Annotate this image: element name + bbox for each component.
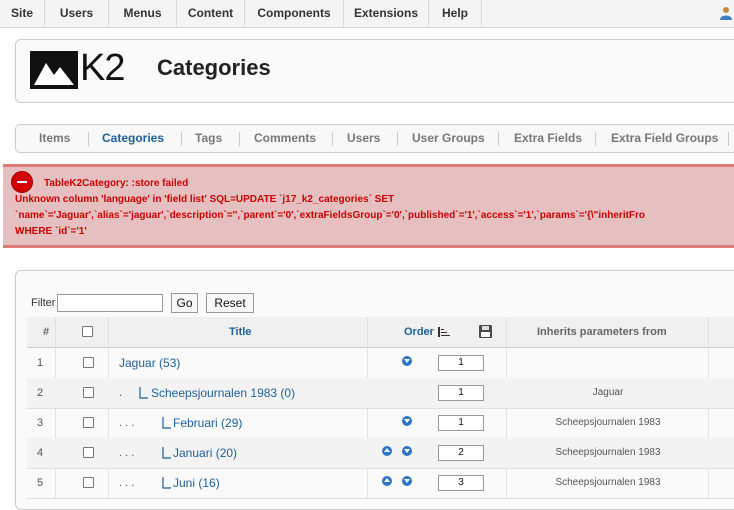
reset-button[interactable]: Reset (206, 293, 254, 313)
error-title: TableK2Category: :store failed (44, 178, 189, 189)
column-header-number: # (43, 326, 50, 338)
go-button[interactable]: Go (171, 293, 198, 313)
k2-submenu: Items Categories Tags Comments Users Use… (15, 124, 734, 153)
tree-indent: . . . (119, 417, 135, 429)
category-title-link[interactable]: Jaguar (53) (119, 348, 180, 378)
sort-order-icon[interactable] (438, 327, 450, 337)
row-checkbox[interactable] (83, 357, 94, 368)
column-header-title[interactable]: Title (229, 317, 251, 347)
row-checkbox[interactable] (83, 477, 94, 488)
page-title: Categories (157, 55, 271, 80)
category-title-link[interactable]: Februari (29) (173, 408, 242, 438)
error-line: Unknown column 'language' in 'field list… (15, 194, 395, 205)
menu-help[interactable]: Help (429, 0, 482, 27)
tree-indent: . . . (119, 477, 135, 489)
table-row[interactable]: 3 . . . Februari (29) 1 Scheepsjournalen… (27, 408, 734, 439)
k2-logo-text: K2 (80, 47, 125, 89)
row-number: 2 (37, 387, 44, 399)
top-menu-bar: Site Users Menus Content Components Exte… (0, 0, 734, 28)
inherits-from: Scheepsjournalen 1983 (555, 477, 661, 488)
inherits-from: Scheepsjournalen 1983 (555, 447, 661, 458)
error-message: TableK2Category: :store failed Unknown c… (3, 164, 734, 248)
tab-categories[interactable]: Categories (102, 125, 164, 152)
tab-divider (498, 132, 499, 146)
tab-divider (239, 132, 240, 146)
category-title-link[interactable]: Januari (20) (173, 438, 237, 468)
tab-divider (181, 132, 182, 146)
tab-user-groups[interactable]: User Groups (412, 125, 485, 152)
move-down-icon[interactable] (402, 446, 412, 456)
tab-users[interactable]: Users (347, 125, 380, 152)
filter-input[interactable] (57, 294, 163, 312)
filter-label: Filter (31, 297, 56, 309)
category-title-link[interactable]: Scheepsjournalen 1983 (0) (151, 378, 295, 408)
tab-comments[interactable]: Comments (254, 125, 316, 152)
select-all-checkbox[interactable] (82, 326, 93, 337)
inherits-from (507, 348, 709, 378)
order-input[interactable]: 1 (438, 385, 484, 401)
menu-users[interactable]: Users (45, 0, 109, 27)
tab-extra-fields[interactable]: Extra Fields (514, 125, 582, 152)
order-input[interactable]: 1 (438, 355, 484, 371)
row-number: 1 (37, 357, 44, 369)
inherits-from: Jaguar (592, 387, 624, 398)
tab-divider (595, 132, 596, 146)
column-header-inherits: Inherits parameters from (537, 326, 667, 338)
row-number: 5 (37, 477, 44, 489)
menu-components[interactable]: Components (245, 0, 344, 27)
tree-indent: . . . (119, 447, 135, 459)
order-input[interactable]: 2 (438, 445, 484, 461)
order-input[interactable]: 1 (438, 415, 484, 431)
move-down-icon[interactable] (402, 476, 412, 486)
menu-site[interactable]: Site (0, 0, 45, 27)
tab-items[interactable]: Items (39, 125, 70, 152)
tree-branch-icon (162, 447, 171, 459)
tree-branch-icon (162, 477, 171, 489)
menu-menus[interactable]: Menus (109, 0, 177, 27)
row-checkbox[interactable] (83, 387, 94, 398)
error-icon (11, 171, 33, 193)
menu-extensions[interactable]: Extensions (344, 0, 429, 27)
page-header: K2 Categories (15, 39, 734, 103)
order-input[interactable]: 3 (438, 475, 484, 491)
row-number: 3 (37, 417, 44, 429)
move-down-icon[interactable] (402, 356, 412, 366)
move-down-icon[interactable] (402, 416, 412, 426)
inherits-from: Scheepsjournalen 1983 (555, 417, 661, 428)
save-order-icon[interactable] (479, 325, 492, 338)
table-row[interactable]: 4 . . . Januari (20) 2 Scheepsjournalen … (27, 438, 734, 469)
tab-divider (728, 132, 729, 146)
category-title-link[interactable]: Juni (16) (173, 468, 220, 498)
tab-divider (88, 132, 89, 146)
tab-tags[interactable]: Tags (195, 125, 222, 152)
row-checkbox[interactable] (83, 447, 94, 458)
row-number: 4 (37, 447, 44, 459)
tree-indent: . (119, 387, 123, 399)
tree-branch-icon (139, 387, 148, 399)
tab-divider (397, 132, 398, 146)
table-row[interactable]: 1 Jaguar (53) 1 (27, 348, 734, 379)
error-line: WHERE `id`='1' (15, 226, 87, 237)
k2-logo-mark (30, 51, 78, 89)
error-line: `name`='Jaguar',`alias`='jaguar',`descri… (15, 210, 646, 221)
tab-extra-field-groups[interactable]: Extra Field Groups (611, 125, 718, 152)
move-up-icon[interactable] (382, 476, 392, 486)
row-checkbox[interactable] (83, 417, 94, 428)
user-icon[interactable] (719, 6, 733, 20)
move-up-icon[interactable] (382, 446, 392, 456)
table-header: # Title Order Inherits parameters from (27, 317, 734, 348)
menu-content[interactable]: Content (177, 0, 245, 27)
table-row[interactable]: 5 . . . Juni (16) 3 Scheepsjournalen 198… (27, 468, 734, 499)
k2-logo: K2 (30, 47, 132, 89)
tree-branch-icon (162, 417, 171, 429)
column-header-order[interactable]: Order (404, 317, 434, 347)
table-row[interactable]: 2 . Scheepsjournalen 1983 (0) 1 Jaguar (27, 378, 734, 409)
tab-divider (332, 132, 333, 146)
